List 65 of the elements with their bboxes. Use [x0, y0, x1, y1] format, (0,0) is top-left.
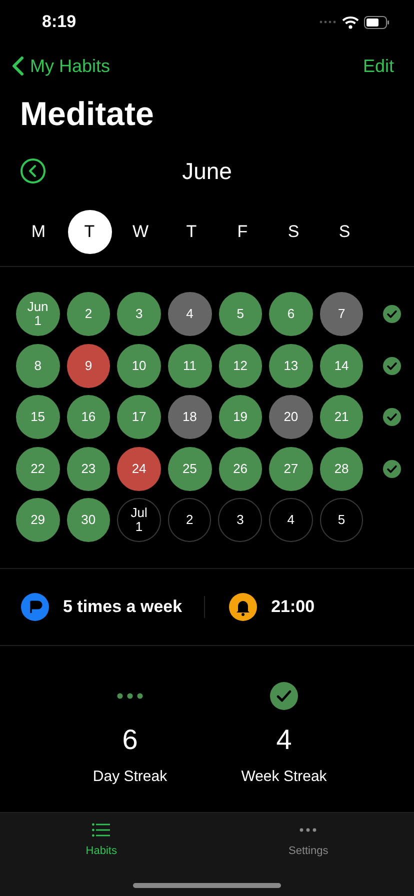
battery-icon [364, 16, 390, 28]
month-title: June [182, 158, 232, 184]
day-cell[interactable]: 4 [269, 498, 313, 542]
day-cell[interactable]: 25 [168, 446, 212, 490]
day-cell[interactable]: 5 [218, 292, 262, 336]
day-cell[interactable]: 6 [269, 292, 313, 336]
list-icon [92, 823, 110, 837]
day-cell[interactable]: 22 [16, 446, 60, 490]
tab-button[interactable]: Settings [288, 823, 328, 863]
day-cell[interactable]: Jun 1 [16, 292, 60, 336]
flag-icon [21, 593, 49, 621]
day-cell[interactable]: 13 [269, 344, 313, 388]
back-button[interactable]: My Habits [12, 56, 110, 76]
day-cell[interactable]: 2 [66, 292, 110, 336]
check-icon [270, 682, 298, 710]
streak-count: 6 [122, 724, 138, 756]
day-cell[interactable]: 9 [66, 344, 110, 388]
day-cell[interactable]: 2 [168, 498, 212, 542]
day-cell[interactable]: 10 [117, 344, 161, 388]
day-cell[interactable]: 19 [218, 395, 262, 439]
day-cell[interactable]: 24 [117, 446, 161, 490]
day-cell[interactable]: 30 [66, 498, 110, 542]
day-cell[interactable]: 15 [16, 395, 60, 439]
goal-text: 5 times a week [63, 597, 182, 617]
page-title: Meditate [20, 94, 155, 134]
day-cell[interactable]: 4 [168, 292, 212, 336]
day-cell[interactable]: 12 [218, 344, 262, 388]
status-time: 8:19 [42, 12, 76, 32]
chevron-left-icon [12, 56, 24, 76]
weekday-label: S [286, 221, 300, 243]
weekday-label: F [236, 221, 249, 243]
day-cell[interactable]: 5 [320, 498, 364, 542]
previous-month-icon[interactable] [20, 158, 46, 184]
day-cell[interactable]: 28 [320, 446, 364, 490]
streak-count: 4 [276, 724, 292, 756]
day-cell[interactable]: 26 [218, 446, 262, 490]
day-cell[interactable]: 11 [168, 344, 212, 388]
bell-icon [229, 593, 258, 621]
weekday-label: T [68, 210, 112, 254]
day-cell[interactable]: 20 [269, 395, 313, 439]
signal-icon [319, 20, 337, 24]
day-cell[interactable]: 23 [66, 446, 110, 490]
edit-button[interactable]: Edit [362, 56, 394, 76]
dots-icon [116, 692, 144, 700]
day-cell[interactable]: 3 [117, 292, 161, 336]
day-cell[interactable]: 16 [66, 395, 110, 439]
weekday-label: S [338, 221, 352, 243]
day-cell[interactable]: Jul 1 [117, 498, 161, 542]
day-cell[interactable]: 18 [168, 395, 212, 439]
day-cell[interactable]: 3 [218, 498, 262, 542]
wifi-icon [342, 16, 359, 28]
day-cell[interactable]: 7 [320, 292, 364, 336]
streak-label: Day Streak [92, 768, 168, 785]
day-cell[interactable]: 29 [16, 498, 60, 542]
weekday-label: W [131, 221, 150, 243]
streak-label: Week Streak [241, 768, 327, 785]
day-cell[interactable]: 17 [117, 395, 161, 439]
day-cell[interactable]: 14 [320, 344, 364, 388]
day-cell[interactable]: 27 [269, 446, 313, 490]
reminder-time: 21:00 [271, 597, 315, 617]
weekday-label: T [185, 221, 198, 243]
tab-button[interactable]: Habits [86, 823, 117, 863]
day-cell[interactable]: 21 [320, 395, 364, 439]
day-cell[interactable]: 8 [16, 344, 60, 388]
weekday-label: M [30, 221, 47, 243]
